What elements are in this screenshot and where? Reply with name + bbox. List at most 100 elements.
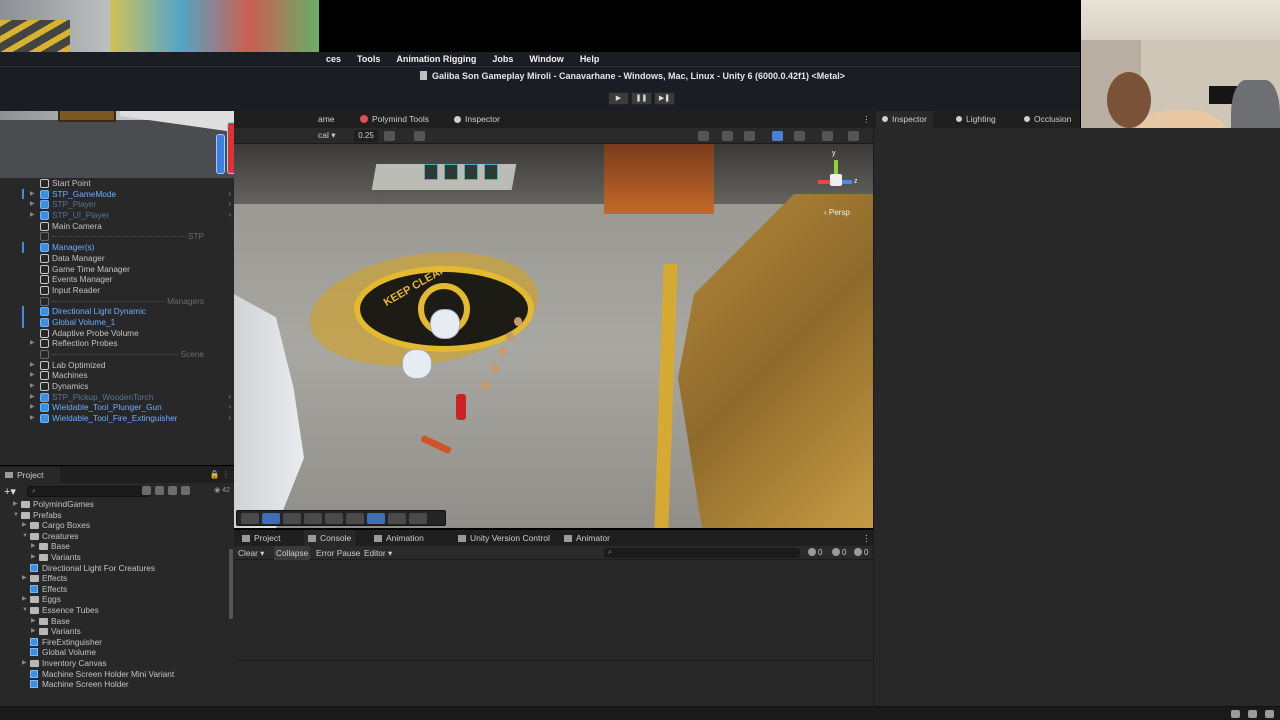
- add-asset-button[interactable]: +▾: [4, 485, 16, 498]
- tab-lighting[interactable]: Lighting: [950, 111, 1002, 128]
- tab-game[interactable]: ame: [318, 111, 335, 128]
- project-search-input[interactable]: ⌕: [27, 486, 151, 497]
- filter-label-icon[interactable]: [155, 486, 164, 495]
- hierarchy-row[interactable]: ▶ Wieldable_Tool_Plunger_Gun ›: [0, 402, 234, 413]
- tab-unity-version-control[interactable]: Unity Version Control: [454, 530, 554, 546]
- lock-icon[interactable]: 🔒: [210, 470, 220, 479]
- zoom-tool-icon[interactable]: [346, 513, 364, 524]
- audio-mute-icon[interactable]: [698, 131, 709, 141]
- console-search-input[interactable]: ⌕: [604, 548, 800, 558]
- expand-arrow-icon[interactable]: ▶: [30, 392, 35, 403]
- project-item[interactable]: ▶ Variants: [0, 552, 234, 563]
- menu-item[interactable]: Window: [521, 52, 571, 67]
- project-item[interactable]: ▶ Base: [0, 616, 234, 627]
- expand-arrow-icon[interactable]: ▼: [13, 510, 19, 521]
- menu-item[interactable]: Tools: [349, 52, 388, 67]
- expand-arrow-icon[interactable]: ▶: [30, 210, 35, 221]
- menu-item[interactable]: ces: [318, 52, 349, 67]
- expand-arrow-icon[interactable]: ▶: [13, 499, 18, 510]
- warning-count[interactable]: 0: [832, 548, 846, 557]
- filter-type-icon[interactable]: [142, 486, 151, 495]
- view-tool-icon[interactable]: [241, 513, 259, 524]
- clear-dropdown[interactable]: Clear ▾: [238, 546, 264, 560]
- menu-item[interactable]: Help: [572, 52, 608, 67]
- scene-creature[interactable]: [430, 309, 460, 339]
- error-pause-button[interactable]: Error Pause: [316, 546, 360, 560]
- console-log-area[interactable]: [234, 560, 874, 706]
- orientation-gizmo[interactable]: y z: [816, 150, 858, 200]
- tab-animation[interactable]: Animation: [370, 530, 428, 546]
- expand-arrow-icon[interactable]: ▼: [22, 605, 28, 616]
- zoom-field[interactable]: 0.25: [354, 130, 378, 142]
- expand-arrow-icon[interactable]: ▶: [30, 199, 35, 210]
- render-mode-icon[interactable]: [304, 513, 322, 524]
- projection-toggle[interactable]: ‹ Persp: [824, 208, 850, 217]
- hierarchy-row[interactable]: STP: [0, 231, 234, 243]
- project-item[interactable]: ▼ Prefabs: [0, 510, 234, 521]
- editor-dropdown[interactable]: Editor ▾: [364, 546, 392, 560]
- console-kebab-icon[interactable]: ⋮: [862, 530, 871, 546]
- visibility-icon[interactable]: [772, 131, 783, 141]
- layers-status-icon[interactable]: [1248, 710, 1257, 718]
- hierarchy-row[interactable]: ▶ Dynamics: [0, 381, 234, 392]
- chevron-right-icon[interactable]: ›: [228, 413, 231, 424]
- tab-console[interactable]: Console: [304, 530, 356, 546]
- hierarchy-row[interactable]: Game Time Manager: [0, 264, 234, 275]
- project-item[interactable]: ▶ Base: [0, 541, 234, 552]
- tab-occlusion[interactable]: Occlusion: [1018, 111, 1077, 128]
- hierarchy-row[interactable]: ▶ STP_Pickup_WoodenTorch ›: [0, 392, 234, 403]
- hierarchy-row[interactable]: Events Manager: [0, 274, 234, 285]
- project-item[interactable]: ▶ Inventory Canvas: [0, 658, 234, 669]
- chevron-right-icon[interactable]: ›: [228, 402, 231, 413]
- expand-arrow-icon[interactable]: ▶: [30, 338, 35, 349]
- camera-icon[interactable]: [822, 131, 833, 141]
- hierarchy-row[interactable]: ▶ Machines: [0, 370, 234, 381]
- project-item[interactable]: FireExtinguisher: [0, 637, 234, 648]
- hierarchy-row[interactable]: Data Manager: [0, 253, 234, 264]
- expand-arrow-icon[interactable]: ▶: [31, 616, 36, 627]
- gizmo-center[interactable]: [830, 174, 842, 186]
- expand-arrow-icon[interactable]: ▶: [31, 626, 36, 637]
- expand-arrow-icon[interactable]: ▶: [31, 541, 36, 552]
- hierarchy-row[interactable]: Directional Light Dynamic: [0, 306, 234, 317]
- console-divider[interactable]: [234, 660, 874, 661]
- aspect-icon[interactable]: [384, 131, 395, 141]
- project-item[interactable]: ▶ Eggs: [0, 594, 234, 605]
- collapse-button[interactable]: Collapse: [274, 546, 311, 560]
- expand-arrow-icon[interactable]: ▶: [22, 520, 27, 531]
- expand-arrow-icon[interactable]: ▶: [30, 189, 35, 200]
- hierarchy-row[interactable]: ▶ STP_UI_Player ›: [0, 210, 234, 221]
- expand-arrow-icon[interactable]: ▼: [22, 531, 28, 542]
- hierarchy-row[interactable]: Managers: [0, 295, 234, 307]
- project-item[interactable]: ▶ PolymindGames: [0, 499, 234, 510]
- hierarchy-row[interactable]: Input Reader: [0, 285, 234, 296]
- play-button[interactable]: ▶: [608, 92, 629, 105]
- layers-icon[interactable]: [794, 131, 805, 141]
- effects-icon[interactable]: [722, 131, 733, 141]
- expand-arrow-icon[interactable]: ▶: [30, 370, 35, 381]
- grid-tool-icon[interactable]: [283, 513, 301, 524]
- tab-project[interactable]: Project: [238, 530, 284, 546]
- chevron-right-icon[interactable]: ›: [228, 189, 231, 200]
- project-item[interactable]: Effects: [0, 584, 234, 595]
- project-item[interactable]: ▶ Variants: [0, 626, 234, 637]
- tab-project[interactable]: Project: [0, 467, 60, 483]
- scene-creature[interactable]: [402, 349, 432, 379]
- expand-arrow-icon[interactable]: ▶: [30, 402, 35, 413]
- expand-arrow-icon[interactable]: ▶: [22, 594, 27, 605]
- hierarchy-row[interactable]: ▶ Reflection Probes: [0, 338, 234, 349]
- expand-arrow-icon[interactable]: ▶: [30, 413, 35, 424]
- hierarchy-row[interactable]: ▶ Wieldable_Tool_Fire_Extinguisher ›: [0, 413, 234, 424]
- settings-status-icon[interactable]: [1265, 710, 1274, 718]
- snap-tool-icon[interactable]: [388, 513, 406, 524]
- scene-view[interactable]: KEEP CLEAR y z ‹ Persp: [234, 144, 874, 528]
- project-item[interactable]: ▼ Essence Tubes: [0, 605, 234, 616]
- menu-item[interactable]: Jobs: [484, 52, 521, 67]
- expand-arrow-icon[interactable]: ▶: [31, 552, 36, 563]
- project-item[interactable]: Directional Light For Creatures: [0, 563, 234, 574]
- expand-arrow-icon[interactable]: ▶: [22, 658, 27, 669]
- project-item[interactable]: Machine Screen Holder: [0, 679, 234, 690]
- tab-inspector[interactable]: Inspector: [876, 111, 933, 128]
- settings-tool-icon[interactable]: [409, 513, 427, 524]
- expand-arrow-icon[interactable]: ▶: [30, 381, 35, 392]
